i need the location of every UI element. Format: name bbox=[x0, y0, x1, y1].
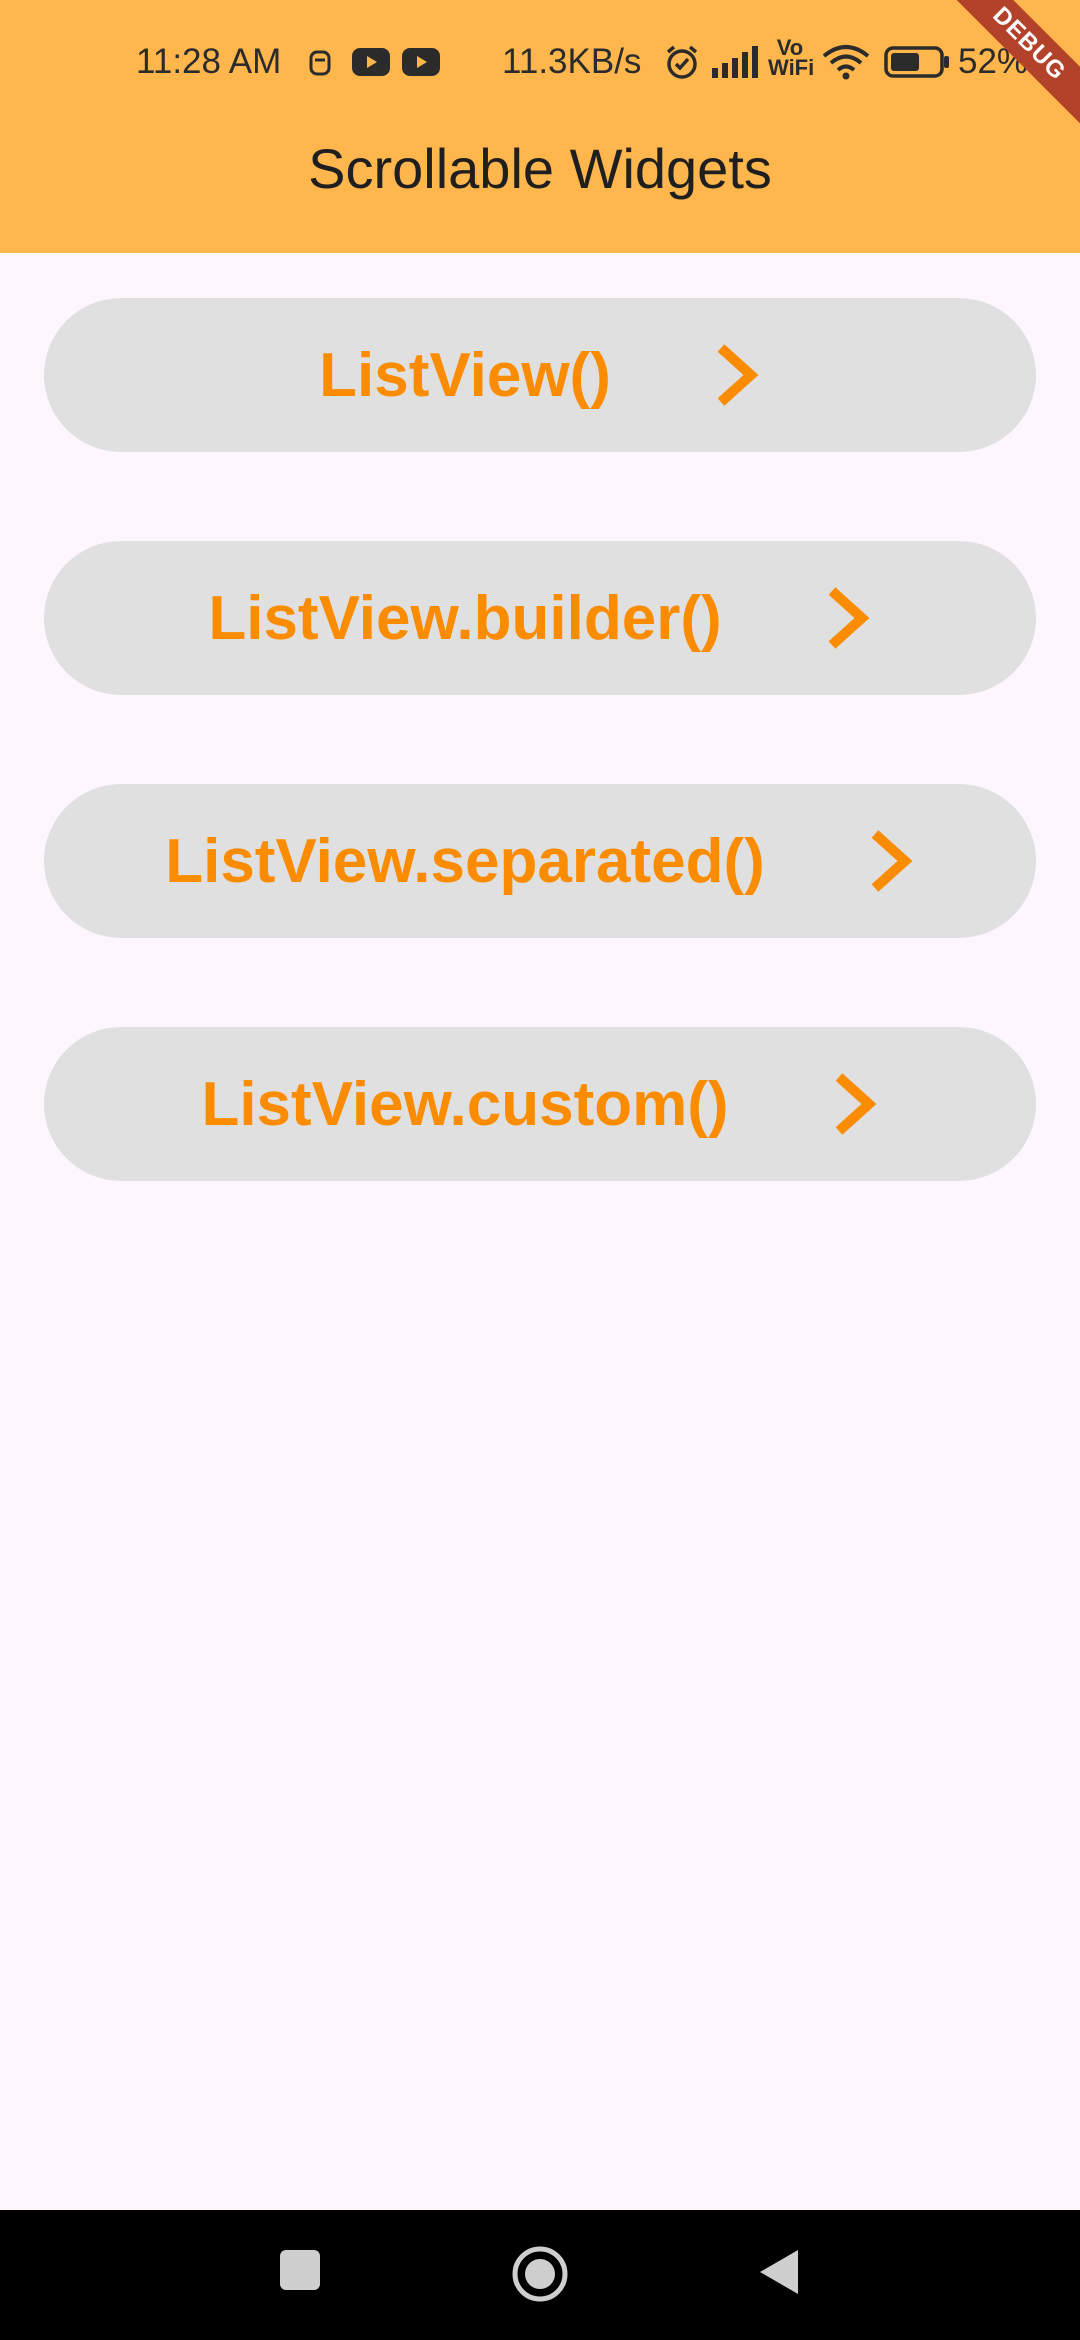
status-bar: 11:28 AM 11.3KB/s Vo WiFi 52% bbox=[0, 32, 1080, 94]
listview-separated-button[interactable]: ListView.separated() bbox=[44, 784, 1036, 938]
battery-icon bbox=[884, 46, 949, 78]
net-speed: 11.3KB/s bbox=[502, 42, 642, 81]
chevron-right-icon bbox=[835, 1073, 877, 1135]
listview-button[interactable]: ListView() bbox=[44, 298, 1036, 452]
listview-custom-button[interactable]: ListView.custom() bbox=[44, 1027, 1036, 1181]
signal-icon bbox=[712, 46, 758, 78]
alarm-icon bbox=[666, 45, 698, 79]
face-icon bbox=[309, 50, 331, 76]
youtube-icon bbox=[402, 48, 440, 76]
home-button[interactable] bbox=[510, 2244, 570, 2304]
youtube-icon bbox=[352, 48, 390, 76]
wifi-icon bbox=[822, 45, 870, 80]
back-button[interactable] bbox=[756, 2246, 802, 2298]
vowifi-icon: Vo WiFi bbox=[768, 35, 815, 80]
listview-builder-button[interactable]: ListView.builder() bbox=[44, 541, 1036, 695]
widget-list: ListView() ListView.builder() ListView.s… bbox=[44, 298, 1036, 1270]
item-label: ListView() bbox=[319, 340, 611, 410]
recents-button[interactable] bbox=[278, 2248, 322, 2292]
chevron-right-icon bbox=[717, 344, 759, 406]
chevron-right-icon bbox=[828, 587, 870, 649]
app-bar: 11:28 AM 11.3KB/s Vo WiFi 52% Scrollable… bbox=[0, 0, 1080, 253]
item-label: ListView.separated() bbox=[165, 826, 765, 896]
status-time: 11:28 AM bbox=[136, 42, 282, 81]
chevron-right-icon bbox=[871, 830, 913, 892]
item-label: ListView.custom() bbox=[201, 1069, 729, 1139]
item-label: ListView.builder() bbox=[208, 583, 722, 653]
page-title: Scrollable Widgets bbox=[308, 137, 772, 200]
system-nav-bar bbox=[0, 2210, 1080, 2340]
